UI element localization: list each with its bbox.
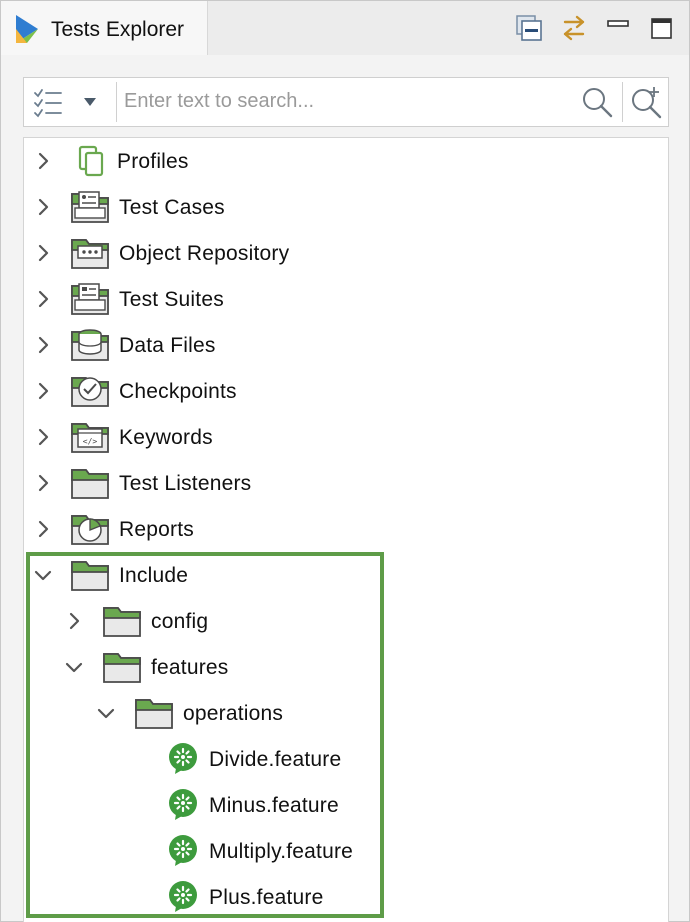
- tree-item-label: Test Cases: [119, 196, 225, 219]
- tab-title: Tests Explorer: [51, 18, 185, 41]
- chevron-right-icon[interactable]: [31, 425, 55, 449]
- chevron-right-icon[interactable]: [62, 609, 86, 633]
- search-input[interactable]: Enter text to search...: [124, 90, 314, 113]
- profiles-icon: [72, 144, 112, 178]
- tree-item-label: Include: [119, 564, 189, 587]
- tree-item-label: Profiles: [117, 150, 189, 173]
- data-files-folder-icon: [70, 328, 110, 362]
- tree-item-label: Object Repository: [119, 242, 290, 265]
- folder-icon: [102, 650, 142, 684]
- tree-item-test-suites[interactable]: Test Suites: [24, 276, 668, 322]
- folder-icon: [134, 696, 174, 730]
- katalon-logo-icon: [14, 13, 40, 45]
- maximize-icon[interactable]: [647, 13, 677, 43]
- tab-tests-explorer[interactable]: Tests Explorer: [1, 1, 208, 55]
- cucumber-icon: [166, 742, 206, 776]
- reports-folder-icon: [70, 512, 110, 546]
- checkpoints-folder-icon: [70, 374, 110, 408]
- cucumber-icon: [166, 834, 206, 868]
- tree-item-label: Test Suites: [119, 288, 224, 311]
- chevron-down-icon[interactable]: [31, 563, 55, 587]
- chevron-right-icon[interactable]: [31, 241, 55, 265]
- minimize-icon[interactable]: [603, 13, 633, 43]
- keywords-folder-icon: </>: [70, 420, 110, 454]
- view-actions: [515, 11, 677, 45]
- cucumber-icon: [166, 880, 206, 914]
- tree-item-minus-feature[interactable]: Minus.feature: [24, 782, 668, 828]
- chevron-right-icon[interactable]: [31, 379, 55, 403]
- tests-explorer-panel: Tests Explorer Enter text to search... P…: [0, 0, 690, 922]
- tree-item-keywords[interactable]: </> Keywords: [24, 414, 668, 460]
- tree-item-label: Divide.feature: [209, 748, 342, 771]
- tree-item-object-repository[interactable]: Object Repository: [24, 230, 668, 276]
- search-bar: Enter text to search...: [23, 77, 669, 127]
- tree-item-label: Plus.feature: [209, 886, 324, 909]
- tree-item-data-files[interactable]: Data Files: [24, 322, 668, 368]
- tree-item-label: Reports: [119, 518, 194, 541]
- tree-item-multiply-feature[interactable]: Multiply.feature: [24, 828, 668, 874]
- chevron-right-icon[interactable]: [31, 517, 55, 541]
- tree-item-label: Minus.feature: [209, 794, 339, 817]
- tree-item-label: Data Files: [119, 334, 216, 357]
- chevron-right-icon[interactable]: [31, 287, 55, 311]
- project-tree: Profiles Test Cases Object Repository Te…: [23, 137, 669, 922]
- search-separator: [116, 82, 117, 122]
- tree-item-label: Keywords: [119, 426, 213, 449]
- folder-icon: [70, 558, 110, 592]
- chevron-right-icon[interactable]: [31, 149, 55, 173]
- test-cases-folder-icon: [70, 190, 110, 224]
- view-tab-bar: Tests Explorer: [1, 1, 689, 55]
- tree-item-test-listeners[interactable]: Test Listeners: [24, 460, 668, 506]
- tree-item-label: Test Listeners: [119, 472, 252, 495]
- filter-checklist-icon[interactable]: [32, 86, 64, 118]
- svg-text:</>: </>: [83, 437, 98, 446]
- collapse-all-icon[interactable]: [515, 13, 545, 43]
- tree-item-checkpoints[interactable]: Checkpoints: [24, 368, 668, 414]
- chevron-down-icon[interactable]: [94, 701, 118, 725]
- folder-icon: [102, 604, 142, 638]
- tree-item-label: Checkpoints: [119, 380, 237, 403]
- test-suites-folder-icon: [70, 282, 110, 316]
- tree-item-divide-feature[interactable]: Divide.feature: [24, 736, 668, 782]
- tree-item-label: Multiply.feature: [209, 840, 354, 863]
- test-listeners-folder-icon: [70, 466, 110, 500]
- chevron-right-icon[interactable]: [31, 195, 55, 219]
- link-with-editor-icon[interactable]: [559, 13, 589, 43]
- tree-item-test-cases[interactable]: Test Cases: [24, 184, 668, 230]
- chevron-right-icon[interactable]: [31, 471, 55, 495]
- tree-item-profiles[interactable]: Profiles: [24, 138, 668, 184]
- advanced-search-icon[interactable]: [628, 84, 664, 120]
- cucumber-icon: [166, 788, 206, 822]
- tree-item-operations[interactable]: operations: [24, 690, 668, 736]
- tree-item-config[interactable]: config: [24, 598, 668, 644]
- chevron-right-icon[interactable]: [31, 333, 55, 357]
- filter-dropdown-icon[interactable]: [82, 94, 98, 110]
- tree-item-features[interactable]: features: [24, 644, 668, 690]
- tree-item-label: operations: [183, 702, 284, 725]
- search-separator-2: [622, 82, 623, 122]
- tree-item-reports[interactable]: Reports: [24, 506, 668, 552]
- tree-item-include[interactable]: Include: [24, 552, 668, 598]
- tree-item-plus-feature[interactable]: Plus.feature: [24, 874, 668, 920]
- object-repository-folder-icon: [70, 236, 110, 270]
- tree-item-label: config: [151, 610, 209, 633]
- tree-item-label: features: [151, 656, 229, 679]
- chevron-down-icon[interactable]: [62, 655, 86, 679]
- search-icon[interactable]: [580, 85, 614, 119]
